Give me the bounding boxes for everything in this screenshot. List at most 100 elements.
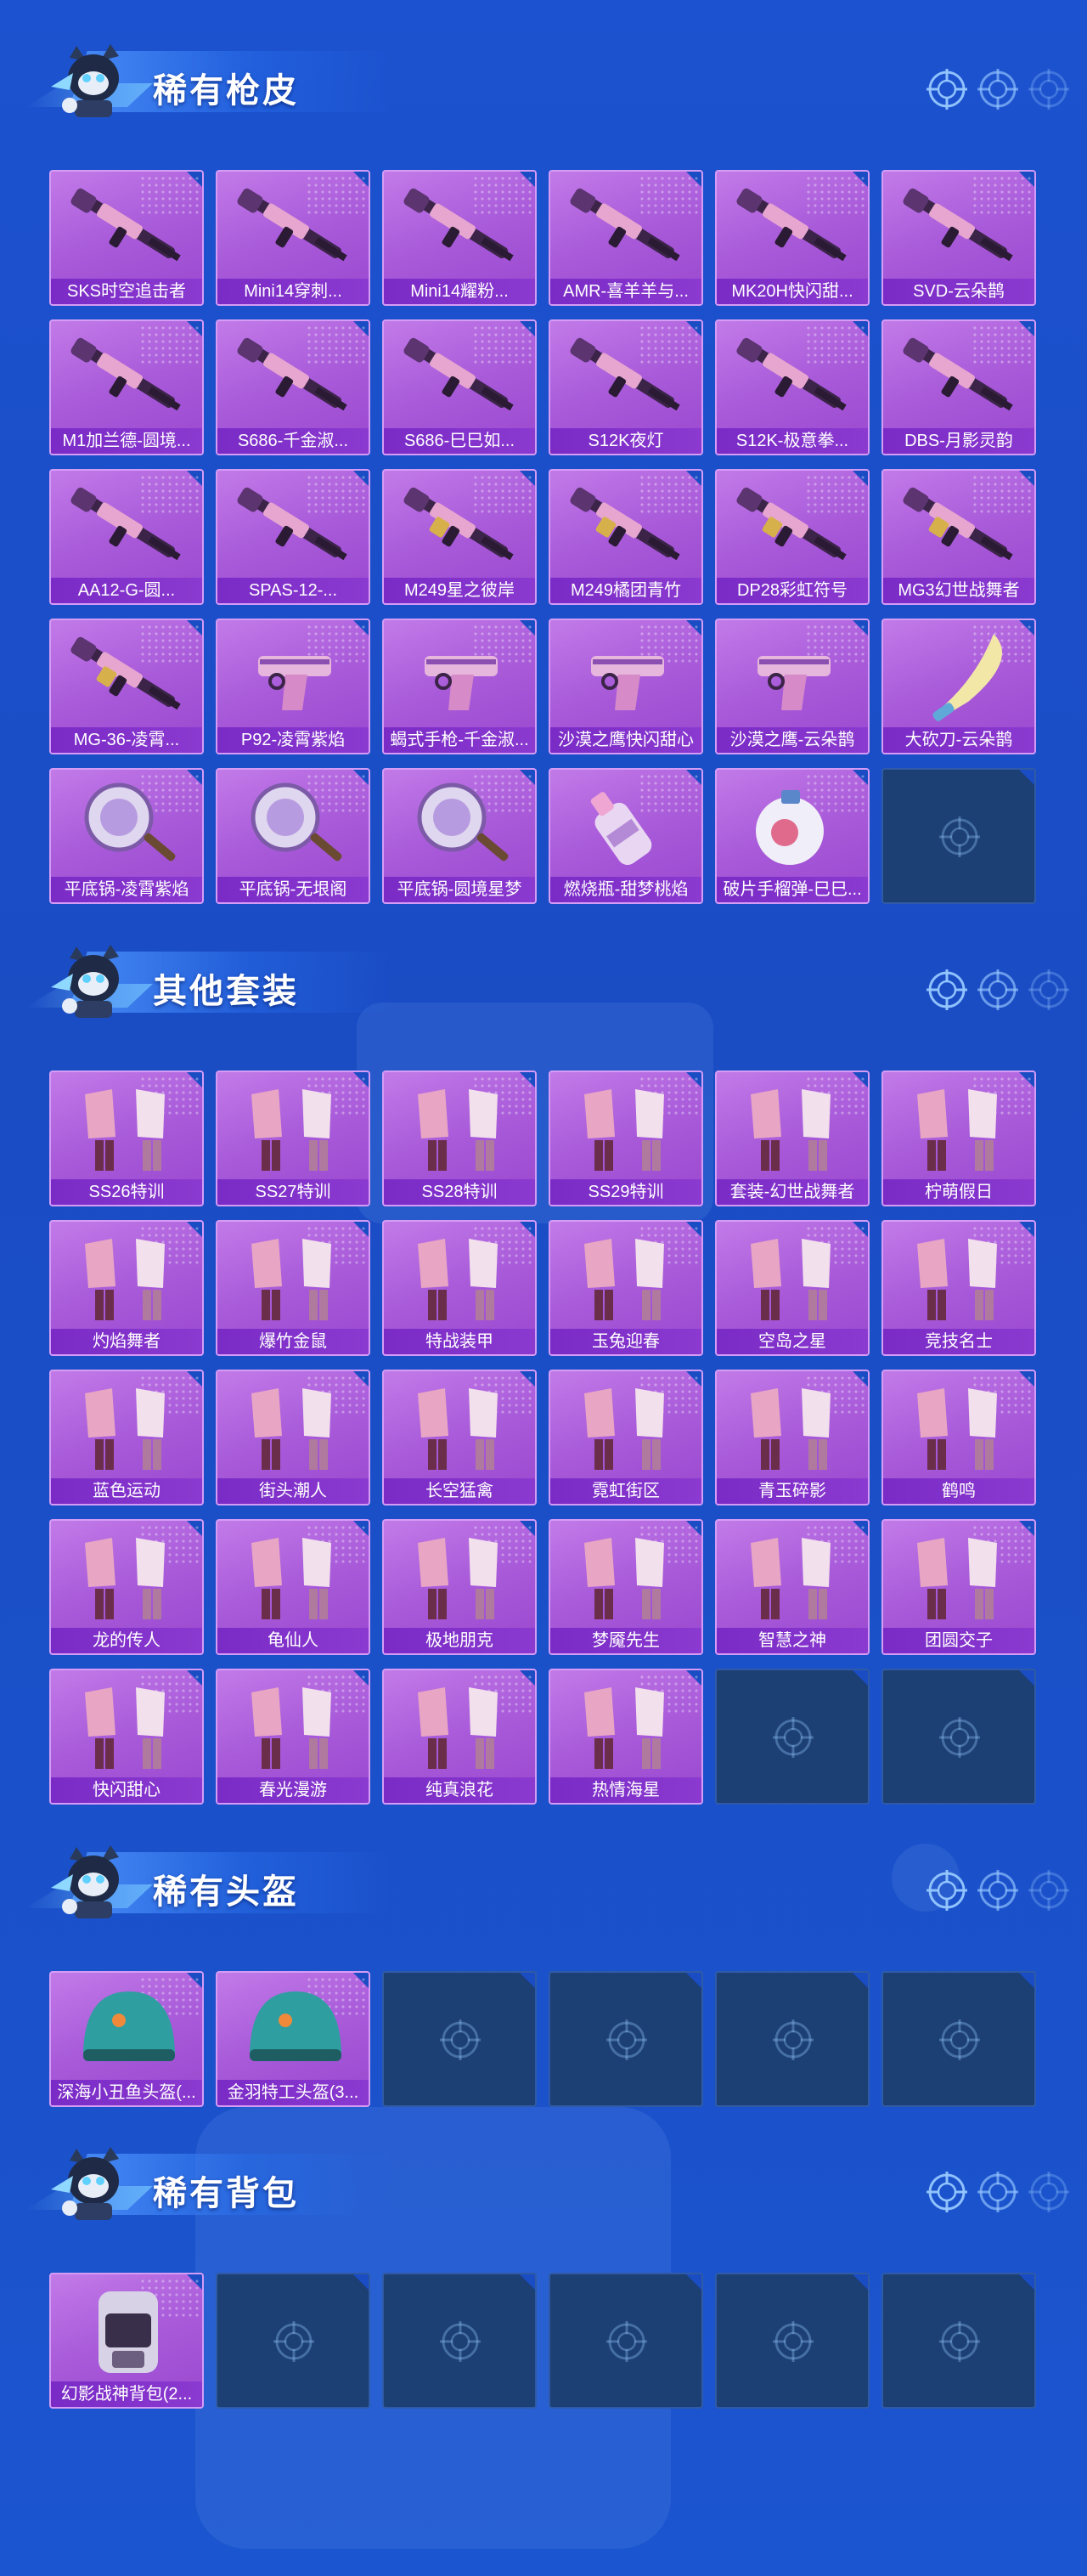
item-image	[226, 1376, 363, 1480]
item-card[interactable]: 平底锅-凌霄紫焰	[49, 768, 204, 904]
item-label: 平底锅-无垠阁	[217, 877, 369, 902]
item-card[interactable]: 青玉碎影	[715, 1370, 870, 1505]
item-card[interactable]: 平底锅-无垠阁	[216, 768, 370, 904]
item-card[interactable]: 鹤鸣	[881, 1370, 1036, 1505]
item-image	[559, 1675, 696, 1779]
item-label: SPAS-12-...	[217, 578, 369, 603]
item-label: 纯真浪花	[384, 1777, 535, 1803]
item-card[interactable]: 极地朋克	[382, 1519, 537, 1655]
item-card[interactable]: Mini14耀粉...	[382, 170, 537, 306]
item-card[interactable]: 霓虹街区	[549, 1370, 703, 1505]
target-icon	[1028, 68, 1070, 110]
item-label: SS27特训	[217, 1179, 369, 1205]
item-card[interactable]: 蝎式手枪-千金淑...	[382, 619, 537, 754]
item-label: 金羽特工头盔(3...	[217, 2080, 369, 2105]
item-card[interactable]: P92-凌霄紫焰	[216, 619, 370, 754]
item-card[interactable]: 金羽特工头盔(3...	[216, 1971, 370, 2107]
item-card[interactable]: MG3幻世战舞者	[881, 469, 1036, 605]
item-card[interactable]: 团圆交子	[881, 1519, 1036, 1655]
item-image	[59, 775, 197, 878]
mascot-icon	[44, 39, 138, 124]
item-image	[392, 177, 530, 280]
item-card[interactable]: Mini14穿刺...	[216, 170, 370, 306]
item-card[interactable]: SVD-云朵鹊	[881, 170, 1036, 306]
item-card[interactable]: SKS时空追击者	[49, 170, 204, 306]
item-label: 特战装甲	[384, 1329, 535, 1354]
card-corner	[1019, 1973, 1034, 1988]
item-card[interactable]: 热情海星	[549, 1669, 703, 1805]
item-card[interactable]: 燃烧瓶-甜梦桃焰	[549, 768, 703, 904]
item-label: 竞技名士	[883, 1329, 1034, 1354]
item-card[interactable]: DBS-月影灵韵	[881, 319, 1036, 455]
item-card[interactable]: 沙漠之鹰快闪甜心	[549, 619, 703, 754]
item-card[interactable]: 破片手榴弹-巳巳...	[715, 768, 870, 904]
item-card[interactable]: 梦魇先生	[549, 1519, 703, 1655]
item-card[interactable]: 幻影战神背包(2...	[49, 2273, 204, 2409]
item-image	[392, 1077, 530, 1181]
item-card[interactable]: 快闪甜心	[49, 1669, 204, 1805]
item-card[interactable]: DP28彩虹符号	[715, 469, 870, 605]
empty-slot	[715, 1669, 870, 1805]
item-card[interactable]: SS26特训	[49, 1071, 204, 1206]
target-icon	[1028, 2171, 1070, 2213]
item-label: 龙的传人	[51, 1628, 202, 1653]
item-card[interactable]: 智慧之神	[715, 1519, 870, 1655]
item-card[interactable]: AMR-喜羊羊与...	[549, 170, 703, 306]
item-label: 梦魇先生	[550, 1628, 701, 1653]
item-card[interactable]: MK20H快闪甜...	[715, 170, 870, 306]
item-card[interactable]: AA12-G-圆...	[49, 469, 204, 605]
item-card[interactable]: 套装-幻世战舞者	[715, 1071, 870, 1206]
item-image	[892, 476, 1029, 579]
item-card[interactable]: M249橘团青竹	[549, 469, 703, 605]
card-corner	[853, 1973, 868, 1988]
item-image	[725, 1077, 863, 1181]
item-image	[59, 625, 197, 729]
item-card[interactable]: 长空猛禽	[382, 1370, 537, 1505]
item-card[interactable]: 平底锅-圆境星梦	[382, 768, 537, 904]
item-image	[559, 476, 696, 579]
item-image	[725, 177, 863, 280]
item-card[interactable]: 蓝色运动	[49, 1370, 204, 1505]
item-label: MK20H快闪甜...	[717, 279, 868, 304]
item-card[interactable]: 春光漫游	[216, 1669, 370, 1805]
item-card[interactable]: MG-36-凌霄...	[49, 619, 204, 754]
item-card[interactable]: S12K夜灯	[549, 319, 703, 455]
item-image	[559, 625, 696, 729]
item-card[interactable]: 深海小丑鱼头盔(...	[49, 1971, 204, 2107]
item-card[interactable]: S686-千金淑...	[216, 319, 370, 455]
item-label: 套装-幻世战舞者	[717, 1179, 868, 1205]
item-card[interactable]: 大砍刀-云朵鹊	[881, 619, 1036, 754]
item-card[interactable]: 龙的传人	[49, 1519, 204, 1655]
item-image	[226, 476, 363, 579]
item-card[interactable]: 柠萌假日	[881, 1071, 1036, 1206]
item-card[interactable]: 龟仙人	[216, 1519, 370, 1655]
item-label: 智慧之神	[717, 1628, 868, 1653]
item-card[interactable]: 竞技名士	[881, 1220, 1036, 1356]
target-icon	[772, 2019, 816, 2063]
item-card[interactable]: SS28特训	[382, 1071, 537, 1206]
item-image	[892, 625, 1029, 729]
item-card[interactable]: 空岛之星	[715, 1220, 870, 1356]
item-card[interactable]: SS29特训	[549, 1071, 703, 1206]
item-label: SS29特训	[550, 1179, 701, 1205]
item-image	[59, 177, 197, 280]
item-card[interactable]: SPAS-12-...	[216, 469, 370, 605]
item-card[interactable]: S12K-极意拳...	[715, 319, 870, 455]
item-card[interactable]: 纯真浪花	[382, 1669, 537, 1805]
item-card[interactable]: 特战装甲	[382, 1220, 537, 1356]
item-card[interactable]: M1加兰德-圆境...	[49, 319, 204, 455]
item-card[interactable]: M249星之彼岸	[382, 469, 537, 605]
item-card[interactable]: S686-巳巳如...	[382, 319, 537, 455]
item-label: 霓虹街区	[550, 1478, 701, 1504]
item-card[interactable]: 灼焰舞者	[49, 1220, 204, 1356]
section-header: 稀有头盔	[25, 1835, 1070, 1929]
item-card[interactable]: 街头潮人	[216, 1370, 370, 1505]
item-card[interactable]: 玉兔迎春	[549, 1220, 703, 1356]
item-card[interactable]: 爆竹金鼠	[216, 1220, 370, 1356]
item-label: 燃烧瓶-甜梦桃焰	[550, 877, 701, 902]
target-icon	[938, 2320, 983, 2364]
target-icon	[977, 2171, 1019, 2213]
item-card[interactable]: 沙漠之鹰-云朵鹊	[715, 619, 870, 754]
item-card[interactable]: SS27特训	[216, 1071, 370, 1206]
section-title: 稀有枪皮	[153, 72, 299, 110]
